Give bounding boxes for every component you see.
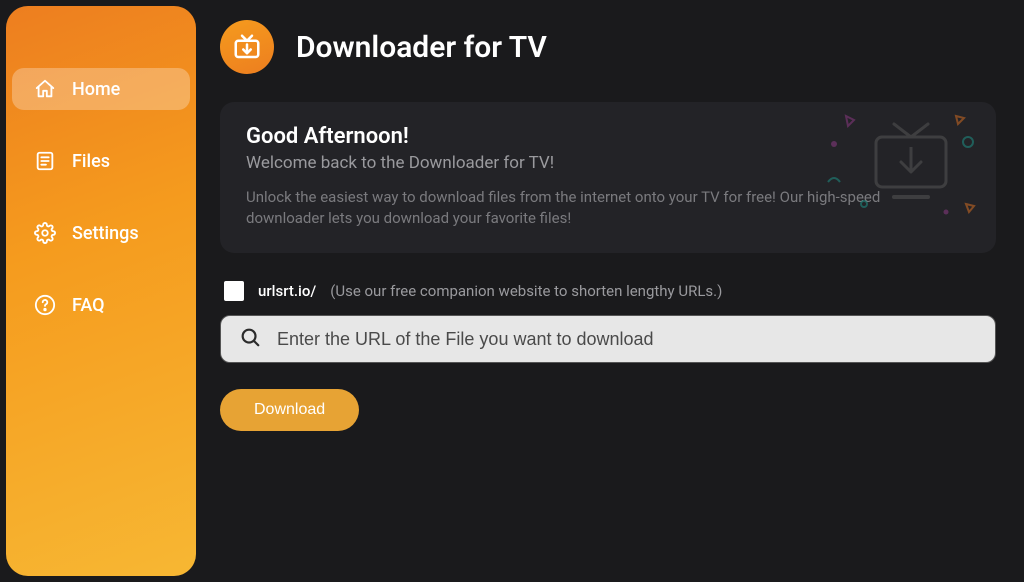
app-title: Downloader for TV (296, 30, 547, 65)
url-shortener-hint: (Use our free companion website to short… (330, 282, 722, 300)
gear-icon (34, 222, 56, 244)
url-shortener-label: urlsrt.io/ (258, 282, 316, 300)
help-icon (34, 294, 56, 316)
sidebar-item-settings[interactable]: Settings (12, 212, 190, 254)
sidebar: Home Files Settings FAQ (6, 6, 196, 576)
main-content: Downloader for TV Good Afternoon! Welcom… (196, 0, 1024, 582)
sidebar-item-label: FAQ (72, 295, 105, 316)
sidebar-item-label: Files (72, 151, 110, 172)
welcome-subheading: Welcome back to the Downloader for TV! (246, 153, 970, 173)
welcome-card: Good Afternoon! Welcome back to the Down… (220, 102, 996, 253)
search-icon (239, 326, 261, 352)
welcome-description: Unlock the easiest way to download files… (246, 187, 886, 229)
files-icon (34, 150, 56, 172)
url-shortener-checkbox[interactable] (224, 281, 244, 301)
home-icon (34, 78, 56, 100)
sidebar-item-faq[interactable]: FAQ (12, 284, 190, 326)
url-bar (220, 315, 996, 363)
tv-download-icon (232, 32, 262, 62)
app-logo (220, 20, 274, 74)
url-shortener-row: urlsrt.io/ (Use our free companion websi… (224, 281, 996, 301)
sidebar-item-home[interactable]: Home (12, 68, 190, 110)
url-input[interactable] (277, 329, 977, 350)
sidebar-item-files[interactable]: Files (12, 140, 190, 182)
sidebar-item-label: Settings (72, 223, 139, 244)
sidebar-item-label: Home (72, 79, 120, 100)
app-header: Downloader for TV (220, 20, 996, 74)
download-button[interactable]: Download (220, 389, 359, 431)
welcome-heading: Good Afternoon! (246, 124, 970, 149)
